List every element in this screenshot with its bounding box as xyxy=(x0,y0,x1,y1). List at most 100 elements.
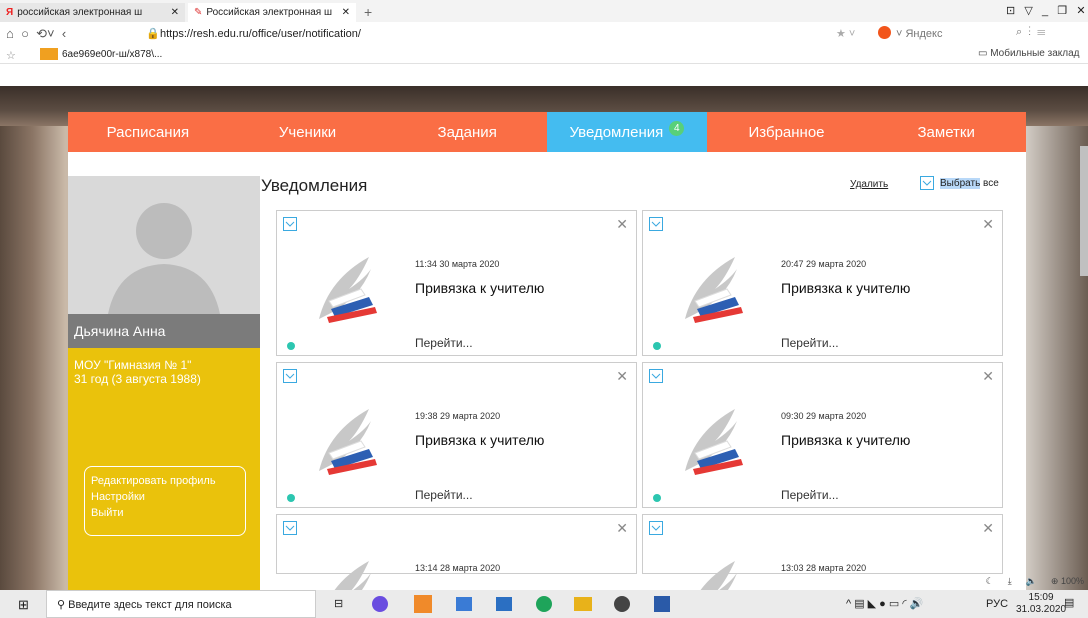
media-icon[interactable] xyxy=(614,596,630,612)
resh-logo-icon xyxy=(309,249,389,329)
notification-card[interactable]: ✕ 13:03 28 марта 2020 xyxy=(642,514,1003,590)
task-view-icon[interactable]: ⊟ xyxy=(334,597,343,610)
page-viewport: Расписания Ученики Задания Уведомления 4 … xyxy=(0,86,1088,590)
tray-icons[interactable]: ^ ▤ ◣ ● ▭ ◜ 🔊 xyxy=(846,597,923,610)
close-icon[interactable]: ✕ xyxy=(342,7,350,18)
sound-icon[interactable]: 🔈 xyxy=(1026,576,1037,590)
notification-time: 13:14 28 марта 2020 xyxy=(415,563,501,573)
notification-title: Привязка к учителю xyxy=(781,432,911,448)
new-tab-icon[interactable]: + xyxy=(364,4,372,20)
lock-icon: 🔒 xyxy=(146,28,160,40)
url-field[interactable]: https://resh.edu.ru/office/user/notifica… xyxy=(160,28,361,40)
close-icon[interactable]: ✕ xyxy=(616,520,628,537)
select-checkbox[interactable] xyxy=(649,217,663,231)
go-link[interactable]: Перейти... xyxy=(415,336,473,350)
select-all-checkbox[interactable] xyxy=(920,176,934,190)
select-all-label[interactable]: Выбрать все xyxy=(940,178,999,189)
notification-title: Привязка к учителю xyxy=(415,280,545,296)
scrollbar[interactable] xyxy=(1080,146,1088,276)
close-icon[interactable]: ✕ xyxy=(616,216,628,233)
close-icon[interactable]: ✕ xyxy=(982,216,994,233)
language-indicator[interactable]: РУС xyxy=(986,598,1008,610)
select-checkbox[interactable] xyxy=(649,521,663,535)
nav-item-students[interactable]: Ученики xyxy=(228,112,388,152)
user-age: 31 год (3 августа 1988) xyxy=(74,372,201,386)
app-icon[interactable] xyxy=(414,595,432,613)
nav-item-notes[interactable]: Заметки xyxy=(866,112,1026,152)
download-icon[interactable]: ⤓ xyxy=(1008,576,1012,590)
alice-icon[interactable] xyxy=(372,596,388,612)
search-engine-label[interactable]: Яндекс xyxy=(905,28,942,40)
delete-link[interactable]: Удалить xyxy=(850,179,888,190)
resh-icon: ✎ xyxy=(194,7,203,18)
word-icon[interactable] xyxy=(654,596,670,612)
notification-card[interactable]: ✕ 13:14 28 марта 2020 xyxy=(276,514,637,590)
resh-logo-icon xyxy=(675,249,755,329)
notification-time: 13:03 28 марта 2020 xyxy=(781,563,867,573)
settings-link[interactable]: Настройки xyxy=(91,489,239,505)
notification-title: Привязка к учителю xyxy=(415,432,545,448)
moon-icon[interactable]: ☾ xyxy=(986,576,994,590)
notification-card[interactable]: ✕ 11:34 30 марта 2020 Привязка к учителю Пе… xyxy=(276,210,637,356)
yandex-icon: Я xyxy=(6,7,14,18)
main-nav: Расписания Ученики Задания Уведомления 4 … xyxy=(68,112,1026,152)
notification-time: 19:38 29 марта 2020 xyxy=(415,411,501,421)
windows-taskbar: ⊞ ⚲ Введите здесь текст для поиска ⊟ ^ ▤… xyxy=(0,590,1088,618)
notification-center-icon[interactable]: ▤ xyxy=(1064,596,1074,609)
unread-dot xyxy=(287,494,295,502)
mobile-bookmarks[interactable]: ▭ Мобильные заклад xyxy=(978,48,1080,59)
resh-logo-icon xyxy=(675,401,755,481)
browser-tab-strip: Я российская электронная ш ✕ ✎ Российска… xyxy=(0,0,1088,22)
unread-dot xyxy=(653,342,661,350)
star-outline-icon: ☆ xyxy=(6,50,16,62)
select-checkbox[interactable] xyxy=(649,369,663,383)
taskbar-search-input[interactable]: ⚲ Введите здесь текст для поиска xyxy=(46,590,316,618)
app-icon[interactable] xyxy=(496,597,512,611)
notification-card[interactable]: ✕ 09:30 29 марта 2020 Привязка к учителю Пе… xyxy=(642,362,1003,508)
notification-count-badge: 4 xyxy=(669,120,685,136)
go-link[interactable]: Перейти... xyxy=(781,336,839,350)
go-link[interactable]: Перейти... xyxy=(415,488,473,502)
nav-item-tasks[interactable]: Задания xyxy=(387,112,547,152)
profile-links: Редактировать профиль Настройки Выйти xyxy=(84,466,246,536)
windows-start-icon[interactable]: ⊞ xyxy=(18,597,29,613)
notifications-main: Уведомления Удалить Выбрать все ✕ 11:34 3… xyxy=(261,152,1018,590)
search-icon[interactable]: ⌕ ⋮ ☰ xyxy=(1016,26,1045,39)
explorer-icon[interactable] xyxy=(574,597,592,611)
close-icon[interactable]: ✕ xyxy=(171,7,179,18)
yandex-search-icon xyxy=(878,26,891,39)
notification-card[interactable]: ✕ 20:47 29 марта 2020 Привязка к учителю Пе… xyxy=(642,210,1003,356)
logout-link[interactable]: Выйти xyxy=(91,505,239,521)
clock[interactable]: 15:09 31.03.2020 xyxy=(1016,592,1066,616)
select-checkbox[interactable] xyxy=(283,217,297,231)
app-icon[interactable] xyxy=(536,596,552,612)
window-controls[interactable]: ⊡ ▽ _ ❐ ✕ xyxy=(1006,4,1086,17)
notification-time: 09:30 29 марта 2020 xyxy=(781,411,867,421)
address-bar-area: ⌂ ○ ⟲˅ ‹ 🔒 https://resh.edu.ru/office/us… xyxy=(0,22,1088,64)
close-icon[interactable]: ✕ xyxy=(616,368,628,385)
select-checkbox[interactable] xyxy=(283,521,297,535)
zoom-icon[interactable]: ⊕ 100% xyxy=(1051,576,1084,590)
edit-profile-link[interactable]: Редактировать профиль xyxy=(91,473,239,489)
nav-item-notifications[interactable]: Уведомления 4 xyxy=(547,112,707,152)
select-checkbox[interactable] xyxy=(283,369,297,383)
profile-sidebar: Дьячина Анна МОУ "Гимназия № 1" 31 год (… xyxy=(68,176,260,590)
nav-item-favorites[interactable]: Избранное xyxy=(707,112,867,152)
notification-title: Привязка к учителю xyxy=(781,280,911,296)
close-icon[interactable]: ✕ xyxy=(982,368,994,385)
search-icon: ⚲ xyxy=(57,599,69,611)
nav-buttons[interactable]: ⌂ ○ ⟲˅ ‹ xyxy=(6,26,66,42)
browser-tab-2[interactable]: ✎ Российская электронная ш ✕ xyxy=(188,3,356,22)
tab-label: российская электронная ш xyxy=(17,7,143,18)
app-icon[interactable] xyxy=(456,597,472,611)
star-icon[interactable]: ★ ˅ xyxy=(836,27,855,40)
nav-item-schedule[interactable]: Расписания xyxy=(68,112,228,152)
page-title: Уведомления xyxy=(261,176,368,195)
bookmark-item[interactable]: 6ae969e00r-ш/x878\... xyxy=(62,49,162,60)
browser-tab-1[interactable]: Я российская электронная ш ✕ xyxy=(0,3,185,22)
notification-card[interactable]: ✕ 19:38 29 марта 2020 Привязка к учителю Пе… xyxy=(276,362,637,508)
status-bar: ☾ ⤓ 🔈 ⊕ 100% xyxy=(986,576,1088,590)
user-name: Дьячина Анна xyxy=(68,314,260,348)
go-link[interactable]: Перейти... xyxy=(781,488,839,502)
close-icon[interactable]: ✕ xyxy=(982,520,994,537)
